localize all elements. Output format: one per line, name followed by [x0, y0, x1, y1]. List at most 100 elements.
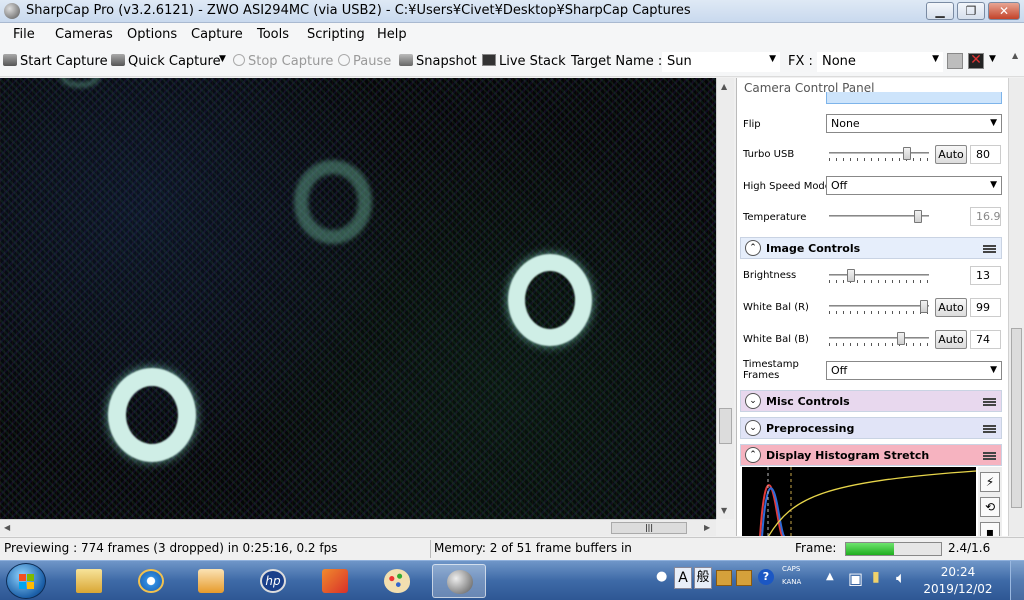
hamburger-menu-icon[interactable] [983, 245, 996, 253]
menu-options[interactable]: Options [127, 27, 177, 42]
white-bal-b-knob[interactable] [897, 332, 906, 345]
taskbar-media-player[interactable] [184, 564, 238, 598]
auto-stretch-icon[interactable]: ⚡ [980, 472, 1000, 492]
turbo-usb-knob[interactable] [902, 147, 911, 160]
toolbar-scroll-up-icon[interactable]: ▲ [1012, 51, 1018, 60]
minimize-button[interactable]: ▁ [926, 2, 954, 20]
start-capture-button[interactable]: Start Capture [3, 54, 108, 69]
fx-grey-square-icon[interactable] [947, 53, 963, 69]
pause-label: Pause [353, 54, 392, 69]
sharpcap-app-icon[interactable] [4, 3, 20, 19]
network-icon[interactable]: ▮ [872, 569, 880, 585]
snapshot-button[interactable]: Snapshot [399, 54, 477, 69]
scroll-up-icon[interactable]: ▲ [721, 82, 727, 91]
expand-chevron-icon[interactable]: ⌄ [745, 420, 761, 436]
preview-ring-left [108, 368, 196, 462]
ime-tool1-icon[interactable] [716, 570, 732, 586]
flip-select[interactable]: None ▼ [826, 114, 1002, 133]
white-bal-b-auto-button[interactable]: Auto [935, 330, 967, 349]
frame-progress-bar [845, 542, 942, 556]
reset-icon[interactable]: ⟲ [980, 497, 1000, 517]
hamburger-menu-icon[interactable] [983, 452, 996, 460]
panel-vertical-scrollbar[interactable] [1008, 78, 1024, 536]
ime-help-icon[interactable]: ? [758, 569, 774, 585]
menu-capture[interactable]: Capture [191, 27, 243, 42]
quick-capture-dropdown-arrow[interactable]: ▼ [219, 54, 226, 64]
ime-mode-indicator[interactable]: 般 [694, 567, 712, 589]
taskbar-file-explorer[interactable] [62, 564, 116, 598]
high-speed-mode-label: High Speed Mode [743, 181, 831, 192]
preprocessing-header[interactable]: ⌄ Preprocessing [740, 417, 1002, 439]
menu-scripting[interactable]: Scripting [307, 27, 365, 42]
pause-button[interactable]: Pause [338, 54, 391, 69]
target-name-input[interactable]: Sun ▼ [662, 52, 780, 72]
brightness-knob[interactable] [847, 269, 856, 282]
taskbar-paint[interactable] [370, 564, 424, 598]
timestamp-frames-select[interactable]: Off ▼ [826, 361, 1002, 380]
save-icon[interactable]: ▪ [980, 522, 1000, 536]
frame-rate-limit-field[interactable] [826, 92, 1002, 104]
fx-reticle-icon[interactable]: ✕ [968, 53, 984, 69]
live-stack-button[interactable]: Live Stack [482, 54, 566, 69]
preview-horizontal-scroll-thumb[interactable]: ||| [611, 522, 687, 534]
turbo-usb-auto-button[interactable]: Auto [935, 145, 967, 164]
hamburger-menu-icon[interactable] [983, 425, 996, 433]
image-controls-header[interactable]: ⌃ Image Controls [740, 237, 1002, 259]
white-bal-r-slider[interactable] [829, 300, 929, 314]
fx-select[interactable]: None ▼ [817, 52, 943, 72]
timestamp-frames-dropdown-icon: ▼ [990, 365, 997, 375]
high-speed-mode-select[interactable]: Off ▼ [826, 176, 1002, 195]
taskbar-sharpcap[interactable] [432, 564, 486, 598]
camera-preview[interactable] [0, 78, 716, 519]
volume-icon[interactable]: 🔈︎ [896, 568, 906, 588]
quick-capture-button[interactable]: Quick Capture [111, 54, 221, 69]
menu-help[interactable]: Help [377, 27, 407, 42]
maximize-button[interactable]: ❐ [957, 2, 985, 20]
turbo-usb-value[interactable]: 80 [970, 145, 1001, 164]
white-bal-r-auto-button[interactable]: Auto [935, 298, 967, 317]
taskbar-clock[interactable]: 20:24 2019/12/02 [920, 564, 996, 598]
collapse-chevron-icon[interactable]: ⌃ [745, 447, 761, 463]
preview-horizontal-scrollbar[interactable]: ◀ ||| ▶ [0, 519, 716, 536]
preview-ring-faint [294, 160, 372, 244]
hamburger-menu-icon[interactable] [983, 398, 996, 406]
preview-vertical-scrollbar[interactable]: ▲ ▼ [716, 78, 734, 519]
show-desktop-button[interactable] [1010, 561, 1024, 600]
white-bal-r-knob[interactable] [920, 300, 929, 313]
close-button[interactable]: ✕ [988, 2, 1020, 20]
panel-scroll-thumb[interactable] [1011, 328, 1022, 508]
expand-chevron-icon[interactable]: ⌄ [745, 393, 761, 409]
fx-reticle-dropdown-arrow[interactable]: ▼ [989, 54, 996, 64]
collapse-chevron-icon[interactable]: ⌃ [745, 240, 761, 256]
menu-tools[interactable]: Tools [257, 27, 289, 42]
stop-capture-button[interactable]: Stop Capture [233, 54, 333, 69]
scroll-left-icon[interactable]: ◀ [4, 523, 10, 532]
show-hidden-icons-icon[interactable]: ▲ [826, 571, 834, 582]
taskbar-internet-explorer[interactable] [124, 564, 178, 598]
brightness-slider[interactable] [829, 269, 929, 283]
device-icon[interactable]: ▣ [848, 569, 863, 588]
histogram-tools: ⚡ ⟲ ▪ [978, 467, 1002, 536]
white-bal-r-value[interactable]: 99 [970, 298, 1001, 317]
white-bal-b-slider[interactable] [829, 332, 929, 346]
ime-tool2-icon[interactable] [736, 570, 752, 586]
preview-vertical-scroll-thumb[interactable] [719, 408, 732, 444]
menu-cameras[interactable]: Cameras [55, 27, 113, 42]
brightness-value[interactable]: 13 [970, 266, 1001, 285]
scroll-down-icon[interactable]: ▼ [721, 506, 727, 515]
brightness-label: Brightness [743, 270, 797, 281]
menu-file[interactable]: File [13, 27, 35, 42]
notification-flag-icon[interactable]: ● [656, 569, 667, 584]
ime-lang-indicator[interactable]: A [674, 567, 692, 589]
display-histogram-stretch-header[interactable]: ⌃ Display Histogram Stretch [740, 444, 1002, 466]
white-bal-b-ticks [829, 343, 929, 346]
stop-icon [233, 54, 245, 66]
turbo-usb-slider[interactable] [829, 147, 929, 161]
taskbar-package[interactable] [308, 564, 362, 598]
windows-start-icon[interactable] [6, 563, 46, 599]
white-bal-b-value[interactable]: 74 [970, 330, 1001, 349]
histogram-display[interactable] [742, 467, 976, 536]
misc-controls-header[interactable]: ⌄ Misc Controls [740, 390, 1002, 412]
scroll-right-icon[interactable]: ▶ [704, 523, 710, 532]
taskbar-hp[interactable]: hp [246, 564, 300, 598]
